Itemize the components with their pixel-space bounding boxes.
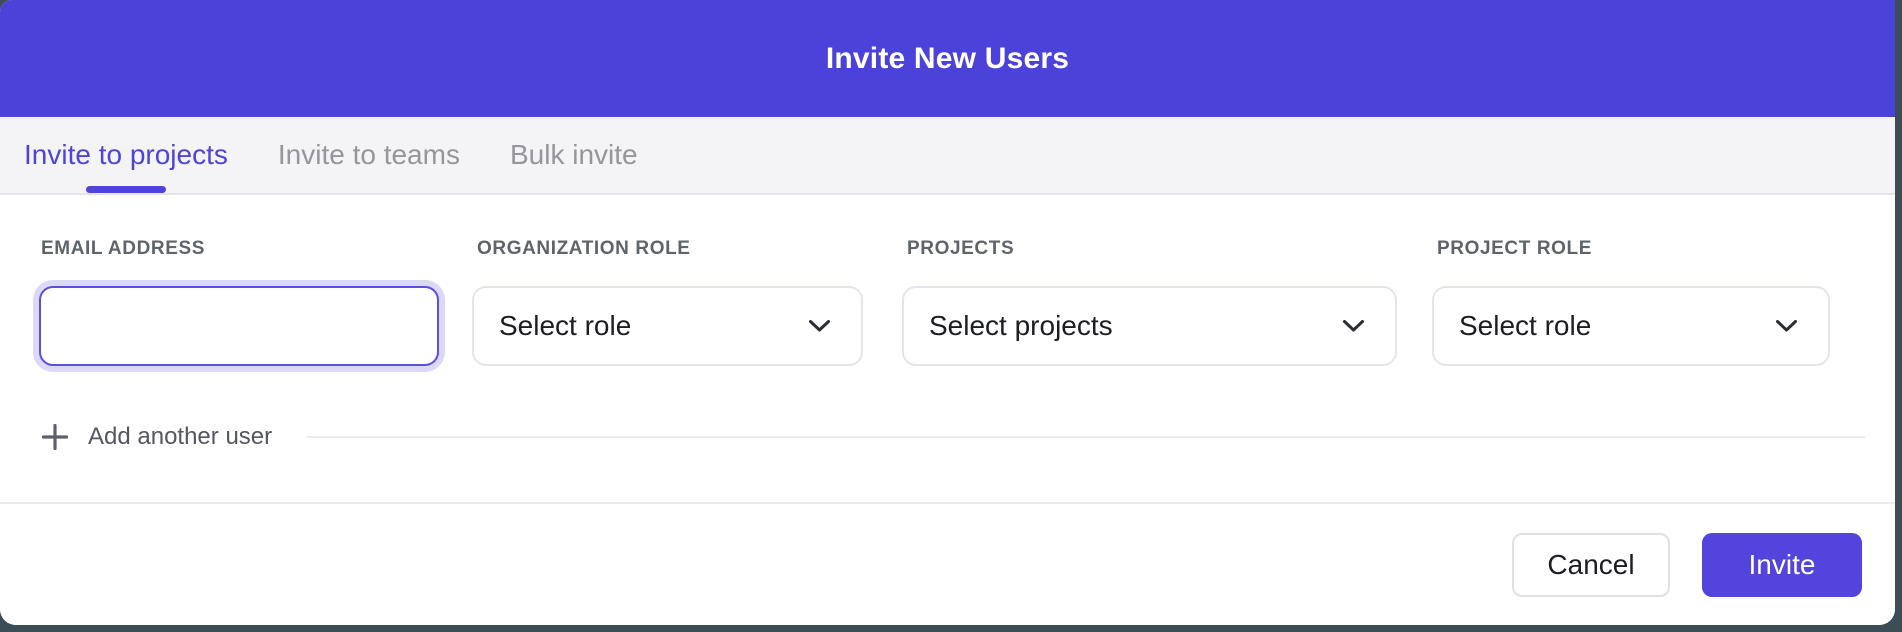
plus-icon (40, 422, 70, 452)
tab-bulk-invite[interactable]: Bulk invite (510, 117, 638, 193)
chevron-down-icon (808, 319, 831, 333)
row-divider (307, 436, 1865, 438)
tab-bar: Invite to projects Invite to teams Bulk … (0, 117, 1895, 195)
email-input[interactable] (39, 286, 439, 366)
organization-role-select[interactable]: Select role (472, 286, 863, 366)
invite-button[interactable]: Invite (1702, 533, 1862, 597)
select-value: Select role (499, 310, 631, 342)
page-backdrop: Invite New Users Invite to projects Invi… (0, 0, 1902, 632)
projects-group: PROJECTS Select projects (902, 238, 1397, 366)
organization-role-group: ORGANIZATION ROLE Select role (472, 238, 863, 366)
tab-label: Invite to teams (278, 139, 460, 171)
project-role-select[interactable]: Select role (1432, 286, 1830, 366)
email-field-group: EMAIL ADDRESS (36, 238, 443, 366)
invite-form: EMAIL ADDRESS ORGANIZATION ROLE Select r… (0, 197, 1895, 502)
add-another-user-button[interactable]: Add another user (40, 422, 272, 452)
project-role-label: PROJECT ROLE (1432, 238, 1830, 260)
dialog-footer: Cancel Invite (0, 502, 1895, 625)
select-value: Select projects (929, 310, 1113, 342)
projects-select[interactable]: Select projects (902, 286, 1397, 366)
projects-label: PROJECTS (902, 238, 1397, 260)
add-another-user-label: Add another user (88, 423, 272, 451)
cancel-button[interactable]: Cancel (1512, 533, 1670, 597)
project-role-group: PROJECT ROLE Select role (1432, 238, 1830, 366)
tab-invite-to-projects[interactable]: Invite to projects (24, 117, 228, 193)
dialog-title: Invite New Users (826, 42, 1069, 76)
dialog-header: Invite New Users (0, 0, 1895, 117)
tab-invite-to-teams[interactable]: Invite to teams (278, 117, 460, 193)
invite-dialog: Invite New Users Invite to projects Invi… (0, 0, 1895, 625)
organization-role-label: ORGANIZATION ROLE (472, 238, 863, 260)
email-address-label: EMAIL ADDRESS (36, 238, 443, 260)
chevron-down-icon (1775, 319, 1798, 333)
select-value: Select role (1459, 310, 1591, 342)
active-tab-indicator (86, 186, 166, 193)
add-user-row: Add another user (40, 409, 1865, 465)
tab-label: Invite to projects (24, 139, 228, 171)
chevron-down-icon (1342, 319, 1365, 333)
tab-label: Bulk invite (510, 139, 638, 171)
